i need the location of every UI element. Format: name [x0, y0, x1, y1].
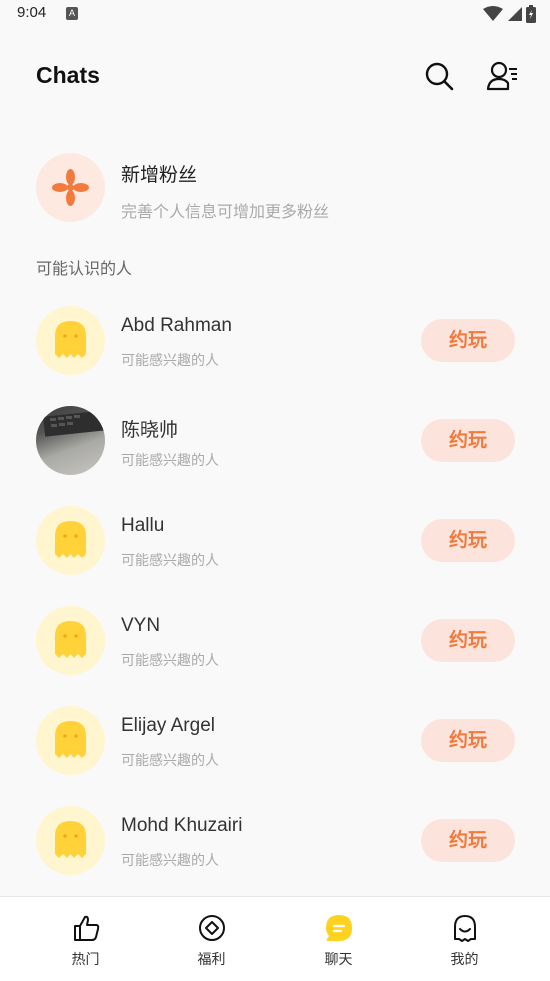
header: Chats — [0, 50, 550, 102]
avatar — [36, 306, 105, 375]
tab-label: 我的 — [450, 952, 479, 968]
search-icon[interactable] — [424, 61, 454, 91]
tab-welfare[interactable]: 福利 — [143, 897, 280, 981]
person-subtitle: 可能感兴趣的人 — [121, 453, 219, 469]
list-item[interactable]: VYN 可能感兴趣的人 约玩 — [0, 600, 550, 680]
status-bar: 9:04 A — [0, 0, 550, 30]
avatar — [36, 806, 105, 875]
list-item[interactable]: Abd Rahman 可能感兴趣的人 约玩 — [0, 300, 550, 380]
notification-icon: A — [66, 7, 78, 20]
signal-icon — [508, 7, 522, 21]
thumbs-up-icon — [73, 915, 99, 941]
avatar — [36, 506, 105, 575]
avatar — [36, 706, 105, 775]
person-subtitle: 可能感兴趣的人 — [121, 653, 219, 669]
tab-label: 聊天 — [324, 952, 353, 968]
contacts-list-icon[interactable] — [486, 60, 520, 92]
ghost-icon — [55, 321, 86, 358]
list-item[interactable]: 陈晓帅 可能感兴趣的人 约玩 — [0, 400, 550, 480]
invite-play-button[interactable]: 约玩 — [421, 419, 515, 462]
invite-play-button[interactable]: 约玩 — [421, 519, 515, 562]
person-name: 陈晓帅 — [121, 419, 179, 441]
list-item[interactable]: Elijay Argel 可能感兴趣的人 约玩 — [0, 700, 550, 780]
avatar — [36, 406, 105, 475]
battery-icon — [526, 5, 536, 23]
invite-play-button[interactable]: 约玩 — [421, 719, 515, 762]
ghost-icon — [55, 621, 86, 658]
invite-play-button[interactable]: 约玩 — [421, 319, 515, 362]
new-fans-icon — [36, 153, 105, 222]
person-name: Mohd Khuzairi — [121, 815, 243, 836]
person-name: Elijay Argel — [121, 715, 215, 736]
person-subtitle: 可能感兴趣的人 — [121, 753, 219, 769]
tab-label: 热门 — [71, 952, 100, 968]
avatar — [36, 606, 105, 675]
person-subtitle: 可能感兴趣的人 — [121, 553, 219, 569]
page-title: Chats — [36, 62, 100, 88]
tab-hot[interactable]: 热门 — [17, 897, 154, 981]
ghost-icon — [55, 821, 86, 858]
ghost-icon — [55, 521, 86, 558]
person-subtitle: 可能感兴趣的人 — [121, 353, 219, 369]
welfare-icon — [198, 915, 225, 941]
ghost-icon — [55, 721, 86, 758]
list-item[interactable]: Hallu 可能感兴趣的人 约玩 — [0, 500, 550, 580]
person-name: Abd Rahman — [121, 315, 232, 336]
status-time: 9:04 — [17, 4, 47, 21]
list-item[interactable]: Mohd Khuzairi 可能感兴趣的人 约玩 — [0, 800, 550, 880]
section-label: 可能认识的人 — [36, 259, 133, 278]
bottom-tab-bar: 热门 福利 聊天 我的 — [0, 896, 550, 981]
invite-play-button[interactable]: 约玩 — [421, 619, 515, 662]
person-subtitle: 可能感兴趣的人 — [121, 853, 219, 869]
invite-play-button[interactable]: 约玩 — [421, 819, 515, 862]
tab-label: 福利 — [197, 952, 226, 968]
new-fans-subtitle: 完善个人信息可增加更多粉丝 — [121, 202, 330, 221]
new-fans-title: 新增粉丝 — [121, 164, 198, 186]
wifi-icon — [483, 6, 503, 21]
person-name: VYN — [121, 615, 161, 636]
tab-chat[interactable]: 聊天 — [270, 897, 407, 981]
ghost-profile-icon — [453, 915, 476, 942]
tab-me[interactable]: 我的 — [396, 897, 533, 981]
new-fans-item[interactable]: 新增粉丝 完善个人信息可增加更多粉丝 — [0, 150, 550, 226]
person-name: Hallu — [121, 515, 165, 536]
chat-icon — [325, 915, 352, 941]
